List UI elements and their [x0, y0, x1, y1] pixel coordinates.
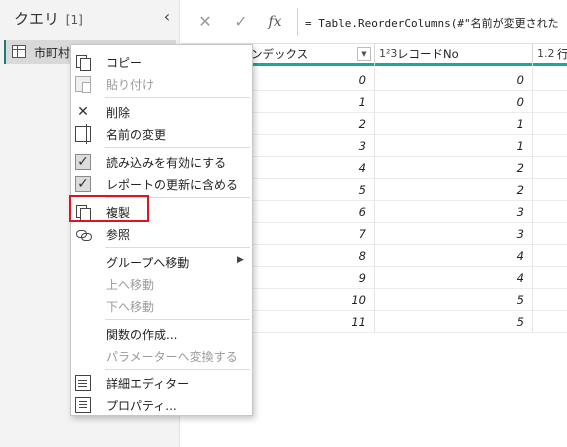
formula-divider	[297, 8, 298, 36]
column-header-label: レコードNo	[397, 47, 459, 61]
menu-item-create-function[interactable]: 関数の作成...	[71, 323, 252, 345]
collapse-pane-button[interactable]: ‹	[160, 8, 174, 26]
menu-item-move-to-group[interactable]: グループへ移動 ▶	[71, 251, 252, 273]
cell-record-no[interactable]: 5	[375, 311, 533, 333]
menu-item-delete[interactable]: ✕ 削除	[71, 101, 252, 123]
menu-item-label: 関数の作成...	[106, 328, 178, 342]
menu-separator	[105, 97, 250, 98]
queries-count: [1]	[65, 13, 83, 27]
duplicate-highlight-box	[69, 195, 149, 222]
properties-icon	[75, 397, 91, 413]
cell-record-no[interactable]: 2	[375, 157, 533, 179]
menu-item-label: レポートの更新に含める	[106, 178, 239, 192]
delete-icon: ✕	[77, 104, 89, 120]
paste-icon	[75, 76, 91, 93]
menu-item-label: 削除	[106, 106, 131, 120]
menu-item-label: 上へ移動	[106, 278, 155, 292]
menu-item-move-down[interactable]: 下へ移動	[71, 295, 252, 317]
menu-separator	[105, 147, 250, 148]
menu-item-label: 読み込みを有効にする	[106, 156, 227, 170]
cell-record-no[interactable]: 1	[375, 113, 533, 135]
menu-item-label: プロパティ...	[106, 399, 177, 413]
rename-icon	[75, 124, 91, 144]
menu-item-copy[interactable]: コピー	[71, 51, 252, 73]
menu-item-label: パラメーターへ変換する	[106, 350, 238, 364]
menu-separator	[105, 247, 250, 248]
whole-number-type-icon[interactable]: 1²3	[379, 44, 397, 64]
checkbox-checked-icon: ✓	[75, 176, 91, 192]
menu-item-label: 貼り付け	[106, 78, 155, 92]
column-header-row[interactable]: 1.2 行	[533, 44, 567, 66]
menu-item-label: 下へ移動	[106, 300, 155, 314]
cell-record-no[interactable]: 0	[375, 91, 533, 113]
menu-item-rename[interactable]: 名前の変更	[71, 123, 252, 145]
menu-separator	[105, 319, 250, 320]
cell-record-no[interactable]: 0	[375, 69, 533, 91]
copy-icon	[75, 54, 91, 71]
cell-record-no[interactable]: 4	[375, 245, 533, 267]
formula-input[interactable]: = Table.ReorderColumns(#"名前が変更された	[305, 15, 559, 31]
decimal-type-icon[interactable]: 1.2	[537, 44, 555, 64]
filter-dropdown-icon[interactable]: ▼	[357, 47, 371, 61]
menu-item-label: グループへ移動	[106, 256, 190, 270]
menu-item-label: 詳細エディター	[106, 377, 190, 391]
menu-item-label: 名前の変更	[106, 128, 167, 142]
column-header-record-no[interactable]: 1²3 レコードNo ▼	[375, 44, 533, 66]
query-context-menu: コピー 貼り付け ✕ 削除 名前の変更 ✓ 読み込みを有効にする ✓ レポートの…	[70, 44, 253, 416]
query-item-label: 市町村	[34, 46, 71, 60]
table-icon	[12, 45, 26, 58]
queries-pane-header: クエリ [1] ‹	[0, 0, 180, 36]
menu-item-advanced-editor[interactable]: 詳細エディター	[71, 372, 252, 394]
insert-function-button[interactable]: fx	[261, 10, 289, 34]
menu-item-paste[interactable]: 貼り付け	[71, 73, 252, 95]
menu-item-properties[interactable]: プロパティ...	[71, 394, 252, 416]
menu-item-reference[interactable]: 参照	[71, 223, 252, 245]
menu-item-include-in-refresh[interactable]: ✓ レポートの更新に含める	[71, 173, 252, 195]
menu-item-move-up[interactable]: 上へ移動	[71, 273, 252, 295]
formula-bar: ✕ ✓ fx = Table.ReorderColumns(#"名前が変更された	[181, 0, 567, 44]
advanced-editor-icon	[75, 375, 91, 391]
cell-record-no[interactable]: 1	[375, 135, 533, 157]
menu-item-label: コピー	[106, 56, 143, 70]
queries-title-label: クエリ	[14, 10, 60, 28]
cancel-formula-button[interactable]: ✕	[191, 10, 219, 34]
cell-record-no[interactable]: 4	[375, 267, 533, 289]
menu-separator	[105, 369, 250, 370]
cell-record-no[interactable]: 3	[375, 223, 533, 245]
checkbox-checked-icon: ✓	[75, 154, 91, 170]
cell-record-no[interactable]: 2	[375, 179, 533, 201]
commit-formula-button[interactable]: ✓	[227, 10, 255, 34]
column-header-label: 行	[557, 47, 567, 61]
menu-item-label: 参照	[106, 228, 131, 242]
cell-record-no[interactable]: 3	[375, 201, 533, 223]
menu-item-enable-load[interactable]: ✓ 読み込みを有効にする	[71, 151, 252, 173]
cell-record-no[interactable]: 5	[375, 289, 533, 311]
submenu-arrow-icon: ▶	[237, 255, 244, 265]
queries-pane-title: クエリ [1]	[14, 8, 83, 29]
column-header-label: ンデックス	[251, 47, 309, 61]
reference-icon	[75, 226, 92, 242]
menu-item-convert-to-parameter[interactable]: パラメーターへ変換する	[71, 345, 252, 367]
